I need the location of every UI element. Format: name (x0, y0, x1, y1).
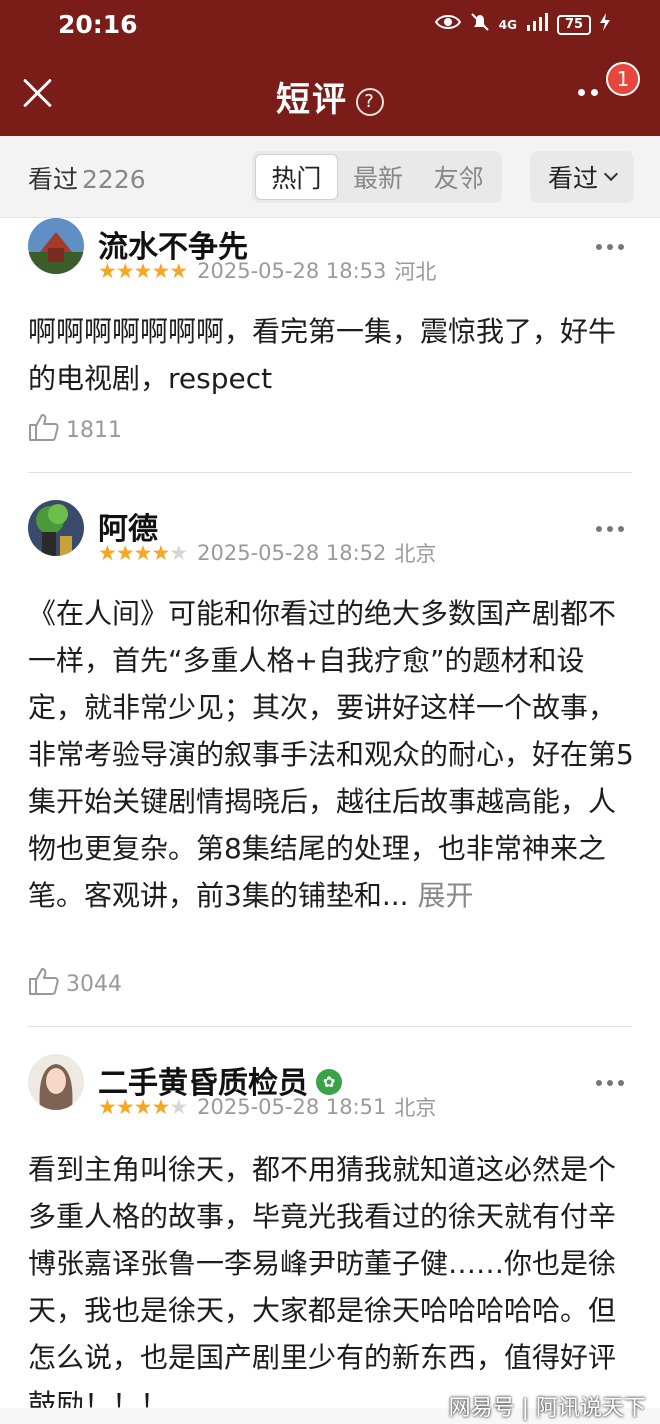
status-time: 20:16 (58, 10, 138, 39)
review-date: 2025-05-28 18:52 (197, 541, 387, 565)
notification-badge: 1 (606, 62, 640, 96)
rating-stars: ★★★★★ (98, 1095, 188, 1119)
eye-icon (434, 13, 461, 36)
like-button[interactable]: 1811 (28, 412, 122, 448)
watched-count-number: 2226 (82, 165, 146, 194)
like-button[interactable]: 3044 (28, 966, 122, 1002)
page-title-text: 短评 (276, 80, 348, 120)
thumbs-up-icon (28, 966, 60, 1002)
watermark: 网易号 | 阿讯说天下 (448, 1396, 646, 1421)
avatar[interactable] (28, 500, 84, 556)
watched-count: 看过 2226 (28, 160, 146, 196)
network-type: 4G (498, 17, 517, 32)
app-header: 20:16 4G 75 短评? 1 (0, 0, 660, 136)
signal-icon (526, 13, 548, 36)
review-location: 北京 (394, 542, 437, 566)
mute-bell-icon (470, 12, 490, 37)
chevron-down-icon (603, 166, 619, 182)
watched-count-label: 看过 (28, 165, 79, 194)
avatar[interactable] (28, 218, 84, 274)
like-count: 1811 (66, 417, 122, 443)
review-content: 啊啊啊啊啊啊啊，看完第一集，震惊我了，好牛的电视剧，respect (28, 315, 617, 395)
like-count: 3044 (66, 971, 122, 997)
review-meta: ★★★★★ 2025-05-28 18:51 北京 (98, 1092, 436, 1122)
tab-hot[interactable]: 热门 (255, 154, 338, 200)
tab-latest[interactable]: 最新 (338, 154, 419, 200)
review-location: 北京 (394, 1096, 437, 1120)
more-options-icon[interactable] (596, 244, 624, 250)
review-content: 看到主角叫徐天，都不用猜我就知道这必然是个多重人格的故事，毕竟光我看过的徐天就有… (28, 1153, 617, 1418)
review-date: 2025-05-28 18:53 (197, 259, 387, 283)
more-options-icon[interactable] (596, 526, 624, 532)
rating-stars: ★★★★★ (98, 259, 188, 283)
battery-icon: 75 (557, 14, 591, 35)
watched-dropdown-label: 看过 (547, 164, 598, 193)
nav-bar: 短评? 1 (0, 58, 660, 132)
review-meta: ★★★★★ 2025-05-28 18:53 河北 (98, 256, 436, 286)
more-button[interactable] (578, 84, 608, 100)
charging-icon (600, 13, 610, 36)
page-title: 短评? (0, 72, 660, 121)
status-bar: 20:16 4G 75 (0, 0, 660, 50)
review-content: 《在人间》可能和你看过的绝大多数国产剧都不一样，首先“多重人格+自我疗愈”的题材… (28, 590, 634, 919)
review-date: 2025-05-28 18:51 (197, 1095, 387, 1119)
help-icon[interactable]: ? (356, 87, 384, 116)
review-meta: ★★★★★ 2025-05-28 18:52 北京 (98, 538, 436, 568)
status-icons: 4G 75 (434, 12, 610, 37)
thumbs-up-icon (28, 412, 60, 448)
filter-bar: 看过 2226 热门 最新 友邻 看过 (0, 136, 660, 218)
watched-dropdown[interactable]: 看过 (530, 151, 634, 203)
divider (28, 1026, 632, 1027)
tab-friends[interactable]: 友邻 (418, 154, 499, 200)
divider (28, 472, 632, 473)
expand-link[interactable]: 展开 (417, 879, 473, 912)
rating-stars: ★★★★★ (98, 541, 188, 565)
sort-tabs: 热门 最新 友邻 (252, 151, 502, 203)
review-content-text: 《在人间》可能和你看过的绝大多数国产剧都不一样，首先“多重人格+自我疗愈”的题材… (28, 597, 634, 912)
review-location: 河北 (394, 260, 437, 284)
more-options-icon[interactable] (596, 1080, 624, 1086)
avatar[interactable] (28, 1054, 84, 1110)
